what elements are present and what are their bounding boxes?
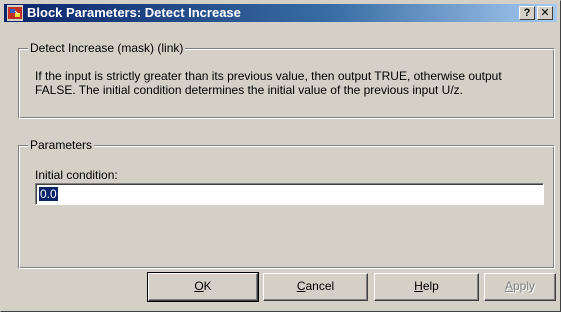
ok-label-rest: K	[203, 279, 212, 293]
window-title: Block Parameters: Detect Increase	[27, 5, 241, 20]
parameters-group-label: Parameters	[28, 138, 95, 152]
initial-condition-input[interactable]: 0.0	[35, 183, 544, 205]
help-button[interactable]: Help	[374, 273, 479, 301]
ok-button[interactable]: OK	[147, 272, 259, 302]
apply-mnemonic: A	[504, 279, 513, 293]
apply-label-rest: pply	[513, 279, 536, 293]
description-group-label: Detect Increase (mask) (link)	[28, 41, 186, 55]
help-mnemonic: H	[414, 279, 423, 293]
ok-mnemonic: O	[194, 279, 204, 293]
initial-condition-value: 0.0	[39, 187, 58, 201]
block-description: If the input is strictly greater than it…	[35, 69, 502, 97]
close-icon[interactable]: ✕	[537, 6, 553, 20]
help-icon[interactable]: ?	[519, 6, 535, 20]
cancel-label-rest: ancel	[305, 279, 335, 293]
parameters-group	[18, 145, 555, 269]
initial-condition-label: Initial condition:	[35, 168, 118, 182]
dialog-window: Block Parameters: Detect Increase ? ✕ De…	[0, 0, 561, 312]
cancel-button[interactable]: Cancel	[263, 273, 368, 301]
simulink-block-icon	[7, 5, 23, 21]
help-label-rest: elp	[422, 279, 439, 293]
apply-button[interactable]: Apply	[484, 273, 556, 301]
title-bar[interactable]: Block Parameters: Detect Increase ? ✕	[4, 4, 557, 22]
